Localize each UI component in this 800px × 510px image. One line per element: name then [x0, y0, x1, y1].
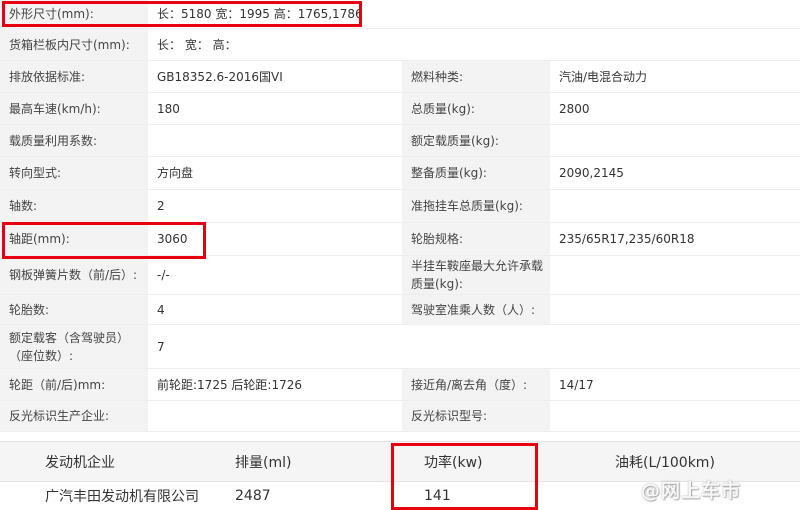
spec-value — [148, 125, 402, 156]
spec-value: 180 — [148, 93, 402, 124]
spec-row: 额定载客（含驾驶员）（座位数）: 7 — [0, 325, 800, 369]
spec-label: 轴数: — [0, 190, 148, 222]
spec-row: 轮距（前/后)mm: 前轮距:1725 后轮距:1726 接近角/离去角（度）: 14… — [0, 369, 800, 401]
spec-label: 接近角/离去角（度）: — [402, 369, 550, 400]
engine-displacement: 2487 — [235, 488, 271, 504]
engine-header-company: 发动机企业 — [45, 454, 115, 471]
spec-label: 额定载客（含驾驶员）（座位数）: — [0, 325, 148, 368]
spec-label: 轮胎数: — [0, 295, 148, 324]
spec-value: 2 — [148, 190, 402, 222]
spec-label: 反光标识型号: — [402, 401, 550, 431]
spec-label: 驾驶室准乘人数（人）: — [402, 295, 550, 324]
spec-value: 前轮距:1725 后轮距:1726 — [148, 369, 402, 400]
watermark-logo: @网上车市 — [641, 480, 742, 502]
spec-row: 货箱栏板内尺寸(mm): 长： 宽： 高： — [0, 29, 800, 61]
spec-row: 轮胎数: 4 驾驶室准乘人数（人）: — [0, 295, 800, 325]
spec-label: 载质量利用系数: — [0, 125, 148, 156]
spec-row: 排放依据标准: GB18352.6-2016国VI 燃料种类: 汽油/电混合动力 — [0, 61, 800, 93]
spec-value: 长：5180 宽：1995 高：1765,1786 — [148, 0, 800, 28]
spec-row: 钢板弹簧片数（前/后）: -/- 半挂车鞍座最大允许承载质量(kg): — [0, 256, 800, 295]
spec-value — [550, 295, 800, 324]
spec-table: 外形尺寸(mm): 长：5180 宽：1995 高：1765,1786 货箱栏板内尺… — [0, 0, 800, 440]
spec-value: 长： 宽： 高： — [148, 29, 800, 60]
spec-label: 最高车速(km/h): — [0, 93, 148, 124]
spec-value — [550, 256, 800, 294]
spec-value — [148, 401, 402, 431]
spec-value — [550, 190, 800, 222]
spec-value — [550, 401, 800, 431]
spec-row: 转向型式: 方向盘 整备质量(kg): 2090,2145 — [0, 157, 800, 190]
spec-label: 半挂车鞍座最大允许承载质量(kg): — [402, 256, 550, 294]
spec-value: 7 — [148, 325, 800, 368]
spec-row: 最高车速(km/h): 180 总质量(kg): 2800 — [0, 93, 800, 125]
spec-row: 轴数: 2 准拖挂车总质量(kg): — [0, 190, 800, 223]
spec-value: 汽油/电混合动力 — [550, 61, 800, 92]
spec-label: 准拖挂车总质量(kg): — [402, 190, 550, 222]
spec-value: 2800 — [550, 93, 800, 124]
spec-row: 外形尺寸(mm): 长：5180 宽：1995 高：1765,1786 — [0, 0, 800, 29]
spec-row: 反光标识生产企业: 反光标识型号: — [0, 401, 800, 432]
spec-value: 2090,2145 — [550, 157, 800, 189]
engine-power: 141 — [424, 488, 451, 504]
engine-header-displacement: 排量(ml) — [235, 454, 292, 471]
spec-label: 总质量(kg): — [402, 93, 550, 124]
spec-label: 轮胎规格: — [402, 223, 550, 255]
spec-label: 轴距(mm): — [0, 223, 148, 255]
spec-label: 货箱栏板内尺寸(mm): — [0, 29, 148, 60]
spec-label: 额定载质量(kg): — [402, 125, 550, 156]
spec-label: 钢板弹簧片数（前/后）: — [0, 256, 148, 294]
spec-value: 方向盘 — [148, 157, 402, 189]
spec-row: 载质量利用系数: 额定载质量(kg): — [0, 125, 800, 157]
spec-value: 14/17 — [550, 369, 800, 400]
spec-label: 外形尺寸(mm): — [0, 0, 148, 28]
spec-value: -/- — [148, 256, 402, 294]
spec-value: GB18352.6-2016国VI — [148, 61, 402, 92]
engine-header-power: 功率(kw) — [424, 454, 483, 471]
spec-row: 轴距(mm): 3060 轮胎规格: 235/65R17,235/60R18 — [0, 223, 800, 256]
spec-label: 燃料种类: — [402, 61, 550, 92]
spec-label: 排放依据标准: — [0, 61, 148, 92]
spec-label: 反光标识生产企业: — [0, 401, 148, 431]
spec-label: 轮距（前/后)mm: — [0, 369, 148, 400]
spec-label: 转向型式: — [0, 157, 148, 189]
engine-company: 广汽丰田发动机有限公司 — [45, 489, 199, 505]
spec-label: 整备质量(kg): — [402, 157, 550, 189]
spec-value: 235/65R17,235/60R18 — [550, 223, 800, 255]
spec-value: 3060 — [148, 223, 402, 255]
spec-value: 4 — [148, 295, 402, 324]
spec-value — [550, 125, 800, 156]
